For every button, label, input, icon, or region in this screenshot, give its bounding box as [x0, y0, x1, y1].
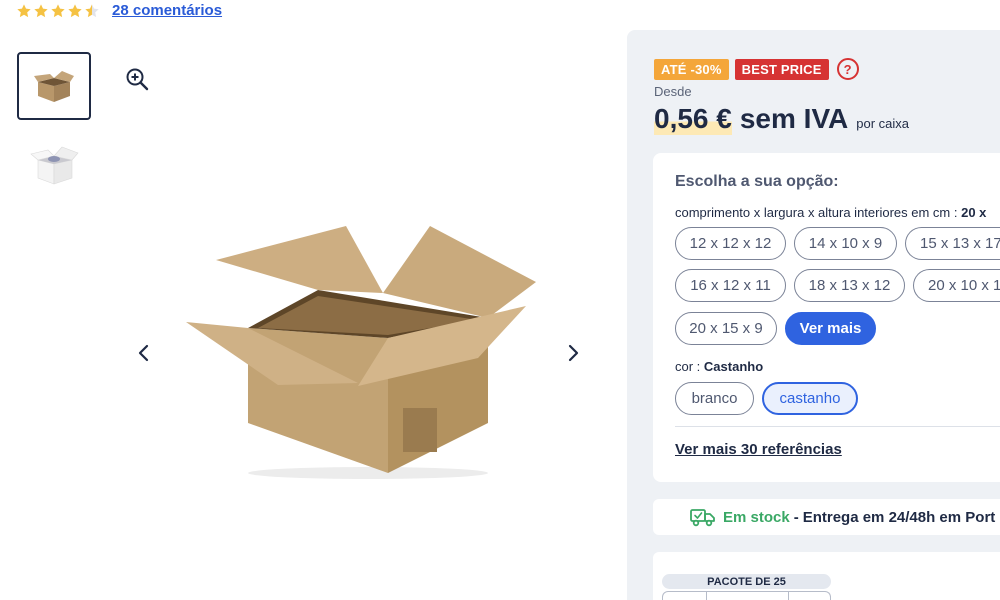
zoom-in-icon[interactable]	[124, 66, 150, 92]
color-option-castanho[interactable]: castanho	[762, 382, 858, 415]
pack-size-label: PACOTE DE 25	[662, 574, 831, 589]
product-main-image	[186, 226, 536, 479]
divider	[675, 426, 1000, 427]
color-option-branco[interactable]: branco	[675, 382, 754, 415]
price: 0,56 € sem IVA por caixa	[654, 103, 909, 135]
see-more-button[interactable]: Ver mais	[785, 312, 876, 345]
color-selected-value: Castanho	[703, 359, 764, 374]
quantity-selector[interactable]	[662, 591, 831, 600]
quantity-input[interactable]	[707, 592, 789, 600]
dimension-option[interactable]: 12 x 12 x 12	[675, 227, 786, 260]
price-amount: 0,56 €	[654, 103, 732, 135]
stock-separator: -	[793, 508, 799, 526]
thumbnail-brown-box[interactable]	[17, 52, 91, 120]
comments-link[interactable]: 28 comentários	[112, 2, 222, 19]
previous-image-arrow-icon[interactable]	[132, 341, 156, 365]
delivery-truck-icon	[690, 509, 715, 527]
product-rating: 28 comentários	[16, 2, 222, 19]
star-icon	[34, 3, 48, 17]
dimension-option[interactable]: 18 x 13 x 12	[794, 269, 905, 302]
best-price-badge: BEST PRICE	[734, 58, 829, 80]
star-icon	[17, 3, 31, 17]
dimension-option[interactable]: 15 x 13 x 17	[905, 227, 1000, 260]
half-star-icon	[85, 3, 99, 17]
options-title: Escolha a sua opção:	[675, 173, 839, 190]
delivery-info: Entrega em 24/48h em Port	[802, 508, 996, 526]
discount-badge: ATÉ -30%	[654, 58, 729, 80]
price-badges: ATÉ -30% BEST PRICE ?	[654, 58, 859, 80]
dimension-label: comprimento x largura x altura interiore…	[675, 205, 986, 220]
dimension-option[interactable]: 14 x 10 x 9	[794, 227, 897, 260]
dimension-option[interactable]: 16 x 12 x 11	[675, 269, 786, 302]
price-prefix: Desde	[654, 84, 692, 99]
next-image-arrow-icon[interactable]	[561, 341, 585, 365]
quantity-increment-button[interactable]	[789, 592, 830, 600]
stock-info: Em stock - Entrega em 24/48h em Port	[690, 507, 995, 527]
box-thumbnail-icon	[34, 71, 74, 102]
stock-status: Em stock	[723, 508, 790, 526]
dimension-label-text: comprimento x largura x altura interiore…	[675, 205, 958, 220]
thumbnail-white-box[interactable]	[17, 131, 91, 199]
star-icon	[68, 3, 82, 17]
star-rating	[16, 3, 100, 19]
quantity-decrement-button[interactable]	[663, 592, 707, 600]
dimension-selected-value: 20 x	[961, 205, 987, 220]
white-box-thumbnail-icon	[30, 146, 79, 185]
dimension-option[interactable]: 20 x 15 x 9	[675, 312, 777, 345]
help-icon[interactable]: ?	[836, 58, 859, 80]
color-label: cor : Castanho	[675, 359, 763, 374]
star-icon	[51, 3, 65, 17]
color-label-text: cor :	[675, 359, 701, 374]
price-tax-label: sem IVA	[739, 103, 849, 134]
price-unit: por caixa	[856, 116, 910, 131]
dimension-option[interactable]: 20 x 10 x 1	[913, 269, 1000, 302]
more-references-link[interactable]: Ver mais 30 referências	[675, 441, 842, 458]
